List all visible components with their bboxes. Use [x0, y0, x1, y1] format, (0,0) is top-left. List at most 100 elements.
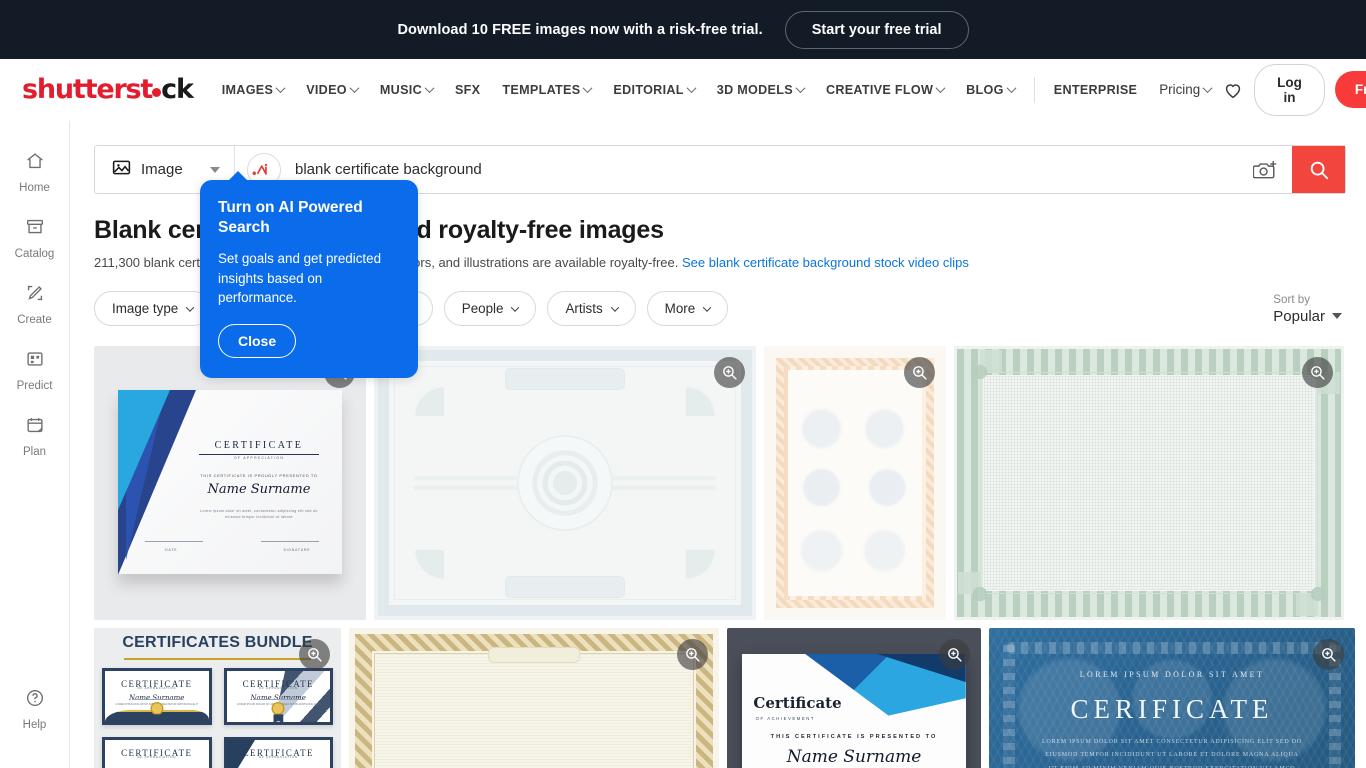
filter-artists[interactable]: Artists: [547, 291, 636, 327]
result-card-certificates-bundle[interactable]: CERTIFICATES BUNDLE CERTIFICATE OF APPRE…: [94, 628, 341, 768]
result-card-gold-ornate[interactable]: [349, 628, 719, 768]
nav-item-3d-models[interactable]: 3D MODELS: [706, 75, 815, 105]
nav-label: SFX: [454, 82, 481, 97]
certificate-paper: CERTIFICATE OF APPRECIATION THIS CERTIFI…: [118, 390, 342, 574]
ai-search-tooltip: Turn on AI Powered Search Set goals and …: [200, 171, 418, 378]
nav-divider: [1033, 76, 1035, 103]
camera-plus-icon[interactable]: [1239, 146, 1292, 193]
search-button[interactable]: [1292, 146, 1345, 193]
sidebar-item-label: Create: [17, 314, 52, 326]
result-card-certificate-appreciation[interactable]: CERTIFICATE OF APPRECIATION THIS CERTIFI…: [94, 346, 366, 621]
nav-item-sfx[interactable]: SFX: [444, 75, 491, 105]
free-trial-button[interactable]: Free t: [1334, 71, 1366, 108]
mini-subtitle: OF APPRECIATION: [137, 755, 177, 760]
certificate-subtitle: OF ACHIEVEMENT: [755, 715, 816, 721]
result-card-certificate-achievement[interactable]: Certificate OF ACHIEVEMENT THIS CERTIFIC…: [727, 628, 981, 768]
certificate-artwork: CERTIFICATE OF APPRECIATION THIS CERTIFI…: [94, 346, 366, 621]
filter-image-type[interactable]: Image type: [94, 291, 212, 327]
image-icon: [111, 157, 132, 183]
nav-item-blog[interactable]: BLOG: [955, 75, 1026, 105]
result-card-cream-guilloche[interactable]: [764, 346, 946, 621]
nav-item-creative-flow[interactable]: CREATIVE FLOW: [815, 75, 955, 105]
sidebar-item-predict[interactable]: Predict: [0, 337, 70, 403]
mini-seal-icon: [150, 702, 164, 716]
magnifier-plus-icon[interactable]: [714, 357, 745, 389]
logo-text-part1: shutterst: [22, 74, 153, 105]
nav-item-images[interactable]: IMAGES: [211, 75, 295, 105]
filter-label: People: [461, 301, 504, 317]
magnifier-plus-icon[interactable]: [1302, 357, 1333, 389]
chevron-down-icon: [1006, 83, 1017, 94]
chevron-down-icon: [424, 83, 435, 94]
chevron-down-icon: [349, 83, 360, 94]
video-clips-link[interactable]: See blank certificate background stock v…: [682, 255, 969, 270]
sidebar-item-home[interactable]: Home: [0, 139, 70, 205]
certificate-recipient: Name Surname: [207, 481, 311, 497]
mini-seal-icon: [271, 702, 285, 716]
magnifier-plus-icon[interactable]: [1313, 639, 1344, 671]
mini-certificate: CERTIFICATE OF APPRECIATION Name Surname…: [223, 668, 333, 726]
start-free-trial-button[interactable]: Start your free trial: [784, 10, 969, 49]
home-icon: [24, 150, 46, 177]
login-button[interactable]: Log in: [1254, 63, 1325, 116]
corner-ornament: [958, 350, 1002, 395]
results-row: CERTIFICATES BUNDLE CERTIFICATE OF APPRE…: [94, 628, 1355, 768]
chevron-down-icon: [1332, 313, 1342, 320]
sort-by-dropdown[interactable]: Sort by Popular: [1273, 293, 1342, 325]
filter-more[interactable]: More: [646, 291, 729, 327]
signature-label: SIGNATURE: [283, 547, 311, 552]
corner-ornament: [1296, 572, 1340, 617]
result-card-pale-guilloche[interactable]: [374, 346, 756, 621]
result-card-green-security[interactable]: [954, 346, 1344, 621]
result-card-blue-guilloche[interactable]: LOREM IPSUM DOLOR SIT AMET CERIFICATE LO…: [989, 628, 1355, 768]
filter-label: Image type: [112, 301, 179, 317]
favorites-heart-icon[interactable]: [1222, 79, 1244, 101]
nav-label: EDITORIAL: [613, 82, 684, 97]
chevron-down-icon: [1202, 83, 1213, 94]
certificate-presented-text: THIS CERTIFICATE IS PRESENTED TO: [770, 734, 938, 741]
certificate-body-text: Lorem ipsum dolor sit amet, consectetur …: [200, 508, 318, 519]
corner-ornament: [392, 550, 444, 603]
sidebar-item-catalog[interactable]: Catalog: [0, 205, 70, 271]
mini-subtitle: OF APPRECIATION: [258, 755, 298, 760]
nav-item-music[interactable]: MUSIC: [369, 75, 444, 105]
sidebar-item-create[interactable]: Create: [0, 271, 70, 337]
tooltip-body: Set goals and get predicted insights bas…: [218, 251, 382, 306]
search-type-label: Image: [141, 161, 183, 178]
magnifier-plus-icon[interactable]: [677, 639, 708, 671]
mini-rule: [253, 699, 304, 701]
bundle-grid: CERTIFICATE OF APPRECIATION Name Surname…: [102, 668, 333, 768]
magnifier-plus-icon[interactable]: [299, 639, 330, 671]
nav-item-enterprise[interactable]: ENTERPRISE: [1043, 75, 1148, 105]
nav-item-pricing[interactable]: Pricing: [1148, 74, 1222, 105]
sidebar-item-plan[interactable]: Plan: [0, 403, 70, 469]
bottom-label-plate: [505, 576, 625, 599]
paper-texture: [375, 654, 693, 768]
nav-item-templates[interactable]: TEMPLATES: [491, 75, 602, 105]
certificate-subtitle: OF APPRECIATION: [233, 456, 285, 461]
promo-text: Download 10 FREE images now with a risk-…: [397, 21, 763, 38]
filter-people[interactable]: People: [443, 291, 537, 327]
left-rail: Home Catalog Create Predict Plan Help: [0, 121, 70, 768]
magnifier-plus-icon[interactable]: [904, 357, 935, 389]
shutterstock-logo[interactable]: shutterst ck: [22, 74, 194, 105]
nav-label: 3D MODELS: [716, 82, 793, 97]
sidebar-item-label: Plan: [22, 446, 47, 458]
tooltip-title: Turn on AI Powered Search: [218, 199, 363, 237]
sort-by-label: Sort by: [1273, 292, 1311, 306]
sidebar-item-help[interactable]: Help: [0, 676, 70, 742]
tooltip-close-button[interactable]: Close: [218, 323, 297, 358]
nav-label: IMAGES: [221, 82, 274, 97]
sort-by-value: Popular: [1273, 307, 1325, 325]
certificate-top-line: LOREM IPSUM DOLOR SIT AMET: [1079, 670, 1265, 680]
search-input[interactable]: [281, 146, 1239, 193]
chevron-down-icon: [935, 83, 946, 94]
sidebar-item-label: Predict: [16, 380, 53, 392]
nav-item-video[interactable]: VIDEO: [295, 75, 369, 105]
sidebar-item-label: Home: [19, 182, 50, 194]
nav-item-editorial[interactable]: EDITORIAL: [602, 75, 705, 105]
chevron-down-icon: [210, 166, 220, 173]
magnifier-plus-icon[interactable]: [939, 639, 970, 671]
center-rosette: [517, 435, 613, 532]
chevron-down-icon: [702, 303, 712, 312]
